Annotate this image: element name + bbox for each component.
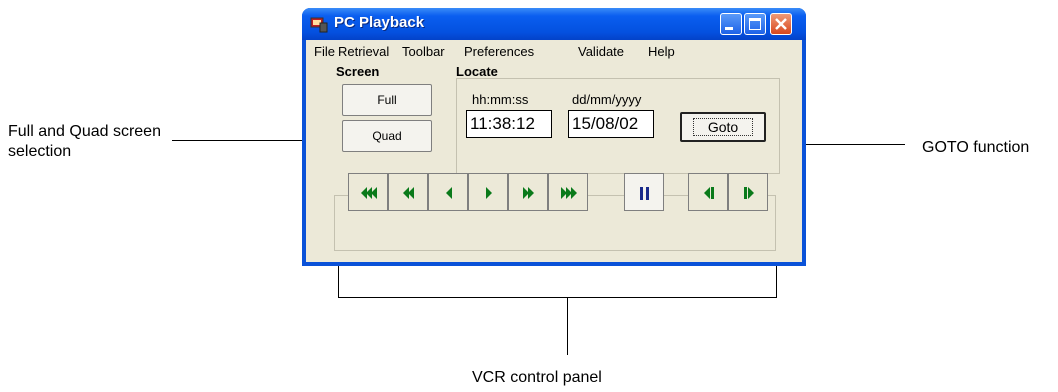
fast-forward-button[interactable] (508, 173, 548, 211)
fast-forward-icon (523, 187, 534, 199)
menu-retrieval[interactable]: Retrieval (338, 44, 389, 59)
pause-icon (640, 187, 649, 200)
full-screen-label: Full (377, 93, 397, 107)
annotation-screen-selection-text: Full and Quad screen selection (8, 123, 161, 160)
locate-label: Locate (456, 64, 498, 79)
close-icon (775, 18, 787, 30)
time-input[interactable]: 11:38:12 (466, 110, 552, 138)
pc-playback-icon (310, 17, 328, 33)
screen-label: Screen (336, 64, 380, 79)
step-back-icon (446, 187, 452, 199)
menu-validate[interactable]: Validate (578, 44, 624, 59)
window-title: PC Playback (334, 14, 425, 31)
bottom-bracket-horizontal (338, 297, 777, 298)
menu-preferences[interactable]: Preferences (464, 44, 534, 59)
time-format-label: hh:mm:ss (472, 92, 529, 107)
maximize-icon (749, 18, 761, 30)
rewind-icon (403, 187, 414, 199)
menu-file[interactable]: File (314, 44, 335, 59)
frame-back-icon (704, 187, 714, 199)
annotation-goto: GOTO function (922, 139, 1030, 156)
left-leader-line (172, 140, 308, 141)
fast-forward-max-icon (561, 187, 577, 199)
quad-screen-label: Quad (372, 129, 402, 143)
minimize-icon (725, 27, 733, 30)
full-screen-button[interactable]: Full (342, 84, 432, 116)
annotation-vcr: VCR control panel (472, 369, 602, 386)
maximize-button[interactable] (744, 13, 766, 35)
fast-forward-max-button[interactable] (548, 173, 588, 211)
title-bar[interactable]: PC Playback (302, 8, 806, 40)
frame-forward-icon (744, 187, 754, 199)
pause-button[interactable] (624, 173, 664, 211)
bottom-leader-line (567, 297, 568, 355)
rewind-fast-icon (361, 187, 377, 199)
play-button[interactable] (468, 173, 508, 211)
frame-forward-button[interactable] (728, 173, 768, 211)
menu-help[interactable]: Help (648, 44, 675, 59)
window-client: File Retrieval Toolbar Preferences Valid… (306, 40, 802, 262)
minimize-button[interactable] (720, 13, 742, 35)
goto-label: Goto (692, 118, 754, 136)
menu-toolbar[interactable]: Toolbar (402, 44, 445, 59)
play-icon (486, 187, 492, 199)
right-leader-line (795, 144, 905, 145)
rewind-fast-button[interactable] (348, 173, 388, 211)
annotation-screen-selection: Full and Quad screen selection (8, 122, 188, 162)
date-input[interactable]: 15/08/02 (568, 110, 654, 138)
frame-back-button[interactable] (688, 173, 728, 211)
date-format-label: dd/mm/yyyy (572, 92, 642, 107)
goto-button[interactable]: Goto (680, 112, 766, 142)
menu-bar: File Retrieval Toolbar Preferences Valid… (306, 40, 802, 62)
close-button[interactable] (770, 13, 792, 35)
rewind-button[interactable] (388, 173, 428, 211)
quad-screen-button[interactable]: Quad (342, 120, 432, 152)
step-back-button[interactable] (428, 173, 468, 211)
pc-playback-window: PC Playback File Retrieval Toolbar Prefe… (302, 8, 806, 266)
